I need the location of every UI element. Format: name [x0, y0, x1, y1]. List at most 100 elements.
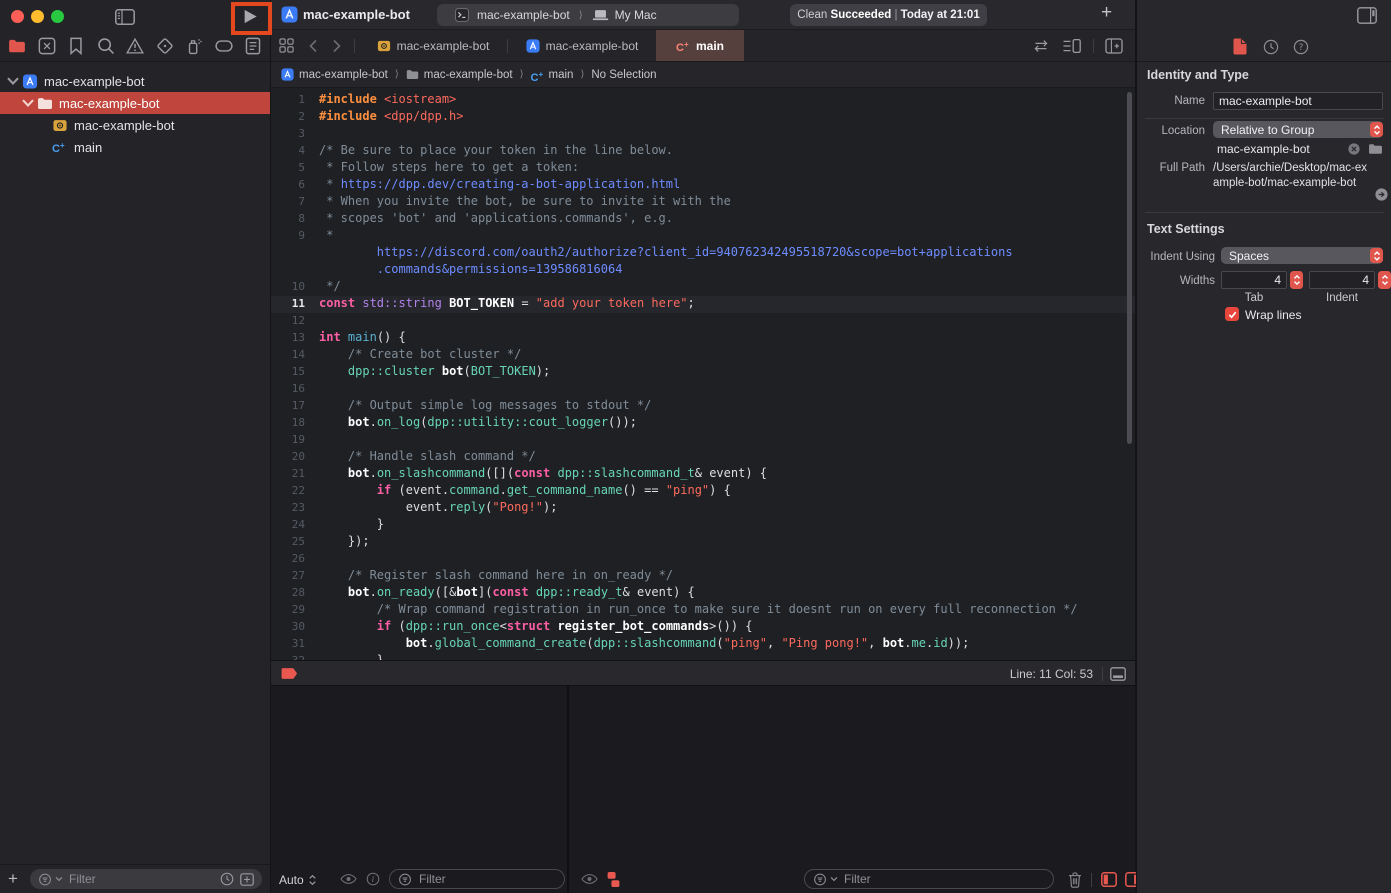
- debug-pane-divider[interactable]: [567, 686, 569, 893]
- project-navigator-icon[interactable]: [8, 37, 26, 55]
- forward-icon[interactable]: [332, 39, 342, 53]
- adjust-editor-icon[interactable]: [1110, 667, 1126, 681]
- code-line[interactable]: 17 /* Output simple log messages to stdo…: [271, 398, 1135, 415]
- source-control-navigator-icon[interactable]: [38, 37, 56, 55]
- console-quicklook-icon[interactable]: [581, 873, 598, 885]
- code-line[interactable]: 5 * Follow steps here to get a token:: [271, 160, 1135, 177]
- editor-options-icon[interactable]: [1062, 38, 1082, 54]
- toggle-variables-view-icon[interactable]: [1101, 872, 1117, 887]
- tab-width-field[interactable]: [1221, 271, 1287, 289]
- code-line[interactable]: 25 });: [271, 534, 1135, 551]
- code-line[interactable]: 22 if (event.command.get_command_name() …: [271, 483, 1135, 500]
- indent-width-stepper[interactable]: [1378, 271, 1391, 289]
- name-field[interactable]: [1213, 92, 1383, 110]
- disclosure-chevron-icon[interactable]: [21, 97, 35, 109]
- code-line[interactable]: 24 }: [271, 517, 1135, 534]
- code-line[interactable]: 3: [271, 126, 1135, 143]
- issue-navigator-icon[interactable]: [126, 37, 144, 55]
- code-line[interactable]: 15 dpp::cluster bot(BOT_TOKEN);: [271, 364, 1135, 381]
- code-line[interactable]: 9 *: [271, 228, 1135, 245]
- tree-item-main[interactable]: C+main: [0, 136, 270, 158]
- code-line[interactable]: 2#include <dpp/dpp.h>: [271, 109, 1135, 126]
- toggle-inspector-icon[interactable]: [1357, 7, 1377, 24]
- code-line[interactable]: 29 /* Wrap command registration in run_o…: [271, 602, 1135, 619]
- breadcrumb-item[interactable]: main: [549, 69, 574, 81]
- code-line[interactable]: 23 event.reply("Pong!");: [271, 500, 1135, 517]
- breadcrumb-item[interactable]: mac-example-bot: [299, 69, 388, 81]
- minimize-window-button[interactable]: [31, 10, 44, 23]
- tree-item-mac-example-bot[interactable]: mac-example-bot: [0, 114, 270, 136]
- history-inspector-icon[interactable]: [1263, 39, 1279, 55]
- add-file-button[interactable]: +: [8, 869, 26, 889]
- code-line[interactable]: 21 bot.on_slashcommand([](const dpp::sla…: [271, 466, 1135, 483]
- code-line[interactable]: 8 * scopes 'bot' and 'applications.comma…: [271, 211, 1135, 228]
- code-line[interactable]: 13int main() {: [271, 330, 1135, 347]
- breakpoint-icon[interactable]: [281, 667, 298, 680]
- close-window-button[interactable]: [11, 10, 24, 23]
- code-line[interactable]: 10 */: [271, 279, 1135, 296]
- location-popup-stepper[interactable]: [1370, 122, 1383, 137]
- disclosure-chevron-icon[interactable]: [36, 141, 50, 153]
- code-line[interactable]: 4/* Be sure to place your token in the l…: [271, 143, 1135, 160]
- source-control-status-icon[interactable]: [240, 873, 254, 886]
- code-line[interactable]: 14 /* Create bot cluster */: [271, 347, 1135, 364]
- debugger-output-icon[interactable]: [607, 871, 620, 888]
- clear-console-icon[interactable]: [1068, 872, 1082, 888]
- clear-location-icon[interactable]: [1348, 143, 1360, 155]
- indent-width-field[interactable]: [1309, 271, 1375, 289]
- wrap-lines-checkbox[interactable]: [1225, 307, 1239, 321]
- disclosure-chevron-icon[interactable]: [36, 119, 50, 131]
- jump-bar[interactable]: mac-example-bot⟩mac-example-bot⟩C+main⟩N…: [271, 62, 1135, 88]
- indent-using-popup[interactable]: Spaces: [1221, 247, 1383, 264]
- code-line[interactable]: 12: [271, 313, 1135, 330]
- disclosure-chevron-icon[interactable]: [6, 75, 20, 87]
- find-navigator-icon[interactable]: [97, 37, 115, 55]
- indent-popup-stepper[interactable]: [1370, 248, 1383, 263]
- report-navigator-icon[interactable]: [244, 37, 262, 55]
- code-line[interactable]: 28 bot.on_ready([&bot](const dpp::ready_…: [271, 585, 1135, 602]
- code-line[interactable]: 1#include <iostream>: [271, 92, 1135, 109]
- code-line[interactable]: https://discord.com/oauth2/authorize?cli…: [271, 245, 1135, 262]
- code-line[interactable]: 18 bot.on_log(dpp::utility::cout_logger(…: [271, 415, 1135, 432]
- console-filter-field[interactable]: Filter: [804, 869, 1054, 889]
- code-line[interactable]: 11const std::string BOT_TOKEN = "add you…: [271, 296, 1135, 313]
- breakpoint-navigator-icon[interactable]: [215, 37, 233, 55]
- code-line[interactable]: 27 /* Register slash command here in on_…: [271, 568, 1135, 585]
- editor-scrollbar[interactable]: [1127, 92, 1132, 444]
- code-line[interactable]: 7 * When you invite the bot, be sure to …: [271, 194, 1135, 211]
- code-line[interactable]: 20 /* Handle slash command */: [271, 449, 1135, 466]
- zoom-window-button[interactable]: [51, 10, 64, 23]
- breadcrumb-item[interactable]: No Selection: [591, 69, 656, 81]
- quick-help-inspector-icon[interactable]: ?: [1293, 39, 1309, 55]
- code-line[interactable]: 26: [271, 551, 1135, 568]
- open-in-finder-icon[interactable]: [1375, 188, 1388, 201]
- code-review-icon[interactable]: [1032, 39, 1050, 53]
- breadcrumb-item[interactable]: mac-example-bot: [424, 69, 513, 81]
- tab-overview-icon[interactable]: [279, 38, 294, 53]
- file-inspector-icon[interactable]: [1233, 38, 1247, 55]
- test-navigator-icon[interactable]: [156, 37, 174, 55]
- code-line[interactable]: 19: [271, 432, 1135, 449]
- code-line[interactable]: 32 }: [271, 653, 1135, 660]
- code-line[interactable]: 31 bot.global_command_create(dpp::slashc…: [271, 636, 1135, 653]
- source-editor[interactable]: 1#include <iostream>2#include <dpp/dpp.h…: [271, 88, 1135, 660]
- bookmark-navigator-icon[interactable]: [67, 37, 85, 55]
- line-column-indicator[interactable]: Line: 11 Col: 53: [1010, 667, 1093, 681]
- navigator-filter-field[interactable]: Filter: [30, 869, 262, 889]
- code-line[interactable]: .commands&permissions=139586816064: [271, 262, 1135, 279]
- tree-item-mac-example-bot[interactable]: mac-example-bot: [0, 92, 270, 114]
- editor-tab-mac-example-bot[interactable]: mac-example-bot: [508, 30, 656, 61]
- variable-info-icon[interactable]: i: [366, 872, 380, 886]
- code-line[interactable]: 16: [271, 381, 1135, 398]
- code-line[interactable]: 30 if (dpp::run_once<struct register_bot…: [271, 619, 1135, 636]
- scheme-selector[interactable]: mac-example-bot ⟩ My Mac: [437, 4, 739, 26]
- editor-tab-mac-example-bot[interactable]: mac-example-bot: [359, 30, 507, 61]
- debug-navigator-icon[interactable]: [185, 37, 203, 55]
- variables-filter-field[interactable]: Filter: [389, 869, 565, 889]
- choose-location-icon[interactable]: [1368, 143, 1383, 155]
- back-icon[interactable]: [308, 39, 318, 53]
- toggle-navigator-icon[interactable]: [115, 9, 135, 25]
- variables-scope-popup[interactable]: Auto: [279, 873, 317, 887]
- library-add-button[interactable]: +: [1101, 2, 1112, 24]
- recent-files-icon[interactable]: [220, 872, 234, 886]
